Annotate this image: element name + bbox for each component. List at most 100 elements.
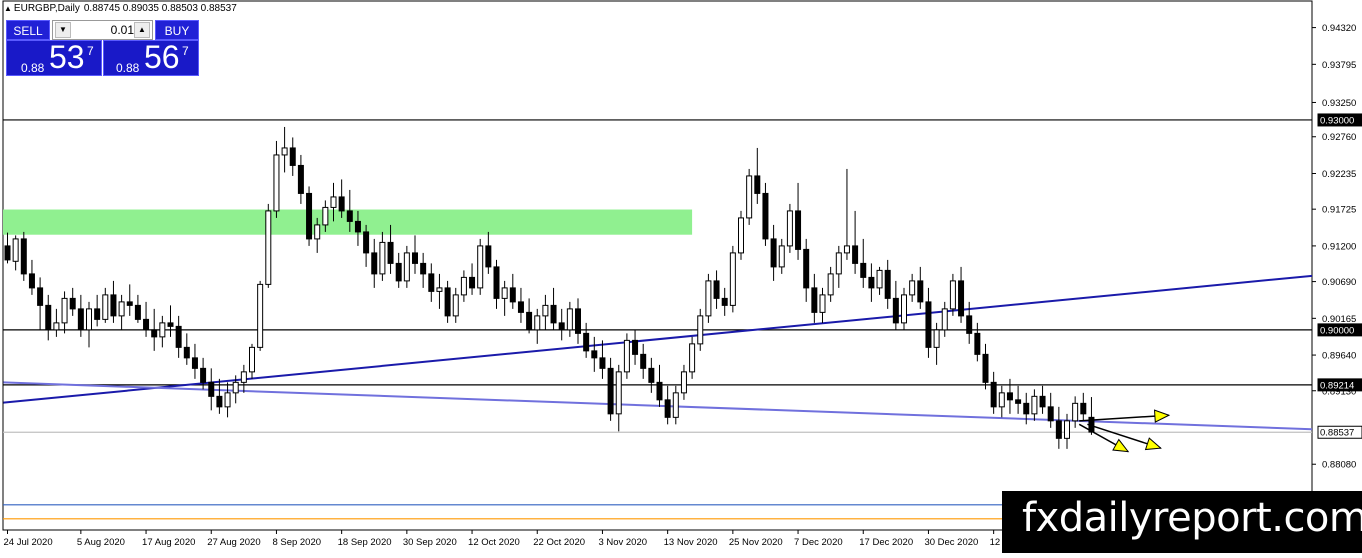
candle-bear bbox=[868, 276, 875, 289]
price-label: 0.93000 bbox=[1320, 115, 1354, 126]
candle-bear bbox=[754, 175, 761, 194]
candle-bear bbox=[289, 147, 296, 166]
candle-bear bbox=[632, 339, 639, 355]
candle-bear bbox=[395, 262, 402, 282]
candle-bear bbox=[917, 280, 924, 303]
candle-bear bbox=[550, 304, 557, 324]
price-label: 0.90000 bbox=[1320, 325, 1354, 336]
watermark-text: fxdailyreport.com bbox=[1022, 495, 1362, 541]
candle-bear bbox=[1047, 406, 1054, 422]
x-tick-label: 30 Dec 2020 bbox=[924, 537, 978, 548]
candle-bear bbox=[493, 266, 500, 299]
candle-bull bbox=[819, 294, 826, 313]
candle-bull bbox=[118, 301, 125, 317]
candle-bear bbox=[509, 287, 516, 303]
candle-bear bbox=[444, 287, 451, 317]
candle-bear bbox=[575, 308, 581, 334]
candle-bull bbox=[876, 269, 883, 289]
candle-bull bbox=[257, 283, 264, 348]
candle-bear bbox=[216, 395, 223, 408]
candle-bear bbox=[428, 273, 435, 292]
x-tick-label: 27 Aug 2020 bbox=[207, 537, 260, 548]
buy-price-box[interactable]: 0.88 56 7 bbox=[103, 39, 199, 76]
candle-bear bbox=[583, 332, 590, 352]
candle-bear bbox=[94, 308, 101, 320]
candle-bear bbox=[599, 357, 606, 369]
candle-bear bbox=[852, 245, 859, 264]
lot-increase-icon[interactable]: ▲ bbox=[134, 22, 150, 38]
candle-bear bbox=[167, 322, 174, 327]
candle-bull bbox=[542, 304, 549, 317]
price-chart[interactable]: 0.94320 0.93795 0.93250 0.92760 0.92235 0.917… bbox=[0, 0, 1362, 553]
candle-bull bbox=[53, 322, 60, 331]
candle-bull bbox=[729, 252, 736, 306]
candle-bull bbox=[1031, 395, 1038, 415]
candle-bear bbox=[517, 301, 524, 313]
price-label: 0.89214 bbox=[1320, 380, 1354, 391]
candle-bull bbox=[273, 154, 280, 212]
candle-bull bbox=[786, 210, 793, 247]
candle-bear bbox=[1039, 395, 1046, 408]
watermark-logo: fxdailyreport.com bbox=[1002, 491, 1362, 553]
candle-bull bbox=[738, 217, 744, 254]
candle-bull bbox=[12, 238, 19, 262]
candle-bear bbox=[607, 367, 614, 415]
x-tick-label: 13 Nov 2020 bbox=[664, 537, 718, 548]
candle-bull bbox=[689, 343, 696, 373]
x-tick-label: 5 Aug 2020 bbox=[77, 537, 125, 548]
candle-bull bbox=[566, 308, 573, 331]
candle-bear bbox=[713, 280, 720, 299]
candle-bear bbox=[45, 304, 52, 331]
y-tick-label: 0.89640 bbox=[1322, 351, 1356, 362]
sell-price-big: 53 bbox=[49, 39, 85, 75]
candle-bear bbox=[338, 196, 345, 212]
candle-bull bbox=[672, 392, 679, 418]
candle-bear bbox=[990, 381, 997, 408]
buy-button[interactable]: BUY bbox=[155, 20, 199, 40]
symbol-timeframe: EURGBP,Daily bbox=[13, 3, 80, 14]
candle-bear bbox=[387, 241, 394, 264]
x-tick-label: 25 Nov 2020 bbox=[729, 537, 783, 548]
candle-bear bbox=[69, 297, 76, 310]
candle-bear bbox=[648, 367, 655, 383]
lot-size-input[interactable] bbox=[73, 22, 136, 38]
candle-bear bbox=[803, 248, 810, 289]
x-tick-label: 24 Jul 2020 bbox=[4, 537, 53, 548]
y-tick-label: 0.91200 bbox=[1322, 241, 1356, 252]
sell-price-box[interactable]: 0.88 53 7 bbox=[6, 39, 102, 76]
candle-bear bbox=[354, 220, 361, 233]
y-tick-label: 0.92760 bbox=[1322, 132, 1356, 143]
candle-bull bbox=[379, 241, 386, 275]
y-tick-label: 0.88080 bbox=[1322, 460, 1356, 471]
candle-bear bbox=[469, 276, 476, 289]
x-tick-label: 7 Dec 2020 bbox=[794, 537, 843, 548]
candle-bull bbox=[436, 287, 443, 292]
buy-price-big: 56 bbox=[144, 39, 180, 75]
candle-bear bbox=[1006, 392, 1013, 401]
y-tick-label: 0.91725 bbox=[1322, 205, 1356, 216]
candle-bull bbox=[998, 392, 1005, 408]
candle-bear bbox=[183, 346, 190, 359]
candle-bull bbox=[941, 308, 948, 331]
candle-bear bbox=[346, 210, 353, 222]
y-tick-label: 0.93795 bbox=[1322, 60, 1356, 71]
candle-bear bbox=[770, 238, 777, 268]
lot-decrease-icon[interactable]: ▼ bbox=[55, 22, 71, 38]
forecast-arrow-head bbox=[1112, 438, 1130, 453]
candle-bull bbox=[705, 280, 712, 317]
x-tick-label: 30 Sep 2020 bbox=[403, 537, 457, 548]
candle-bear bbox=[143, 318, 150, 331]
candle-bear bbox=[20, 238, 27, 275]
candle-bull bbox=[680, 371, 687, 394]
x-tick-label: 18 Sep 2020 bbox=[338, 537, 392, 548]
candle-bear bbox=[1080, 402, 1087, 415]
forecast-arrow-head bbox=[1144, 437, 1162, 451]
candle-bear bbox=[1055, 420, 1062, 439]
candle-bear bbox=[208, 381, 215, 397]
sell-button[interactable]: SELL bbox=[6, 20, 50, 40]
candle-bull bbox=[460, 276, 467, 296]
candle-bull bbox=[232, 381, 239, 394]
candle-bear bbox=[526, 311, 533, 331]
chart-area[interactable]: 0.94320 0.93795 0.93250 0.92760 0.92235 0.917… bbox=[0, 0, 1362, 553]
candle-bear bbox=[28, 273, 35, 289]
